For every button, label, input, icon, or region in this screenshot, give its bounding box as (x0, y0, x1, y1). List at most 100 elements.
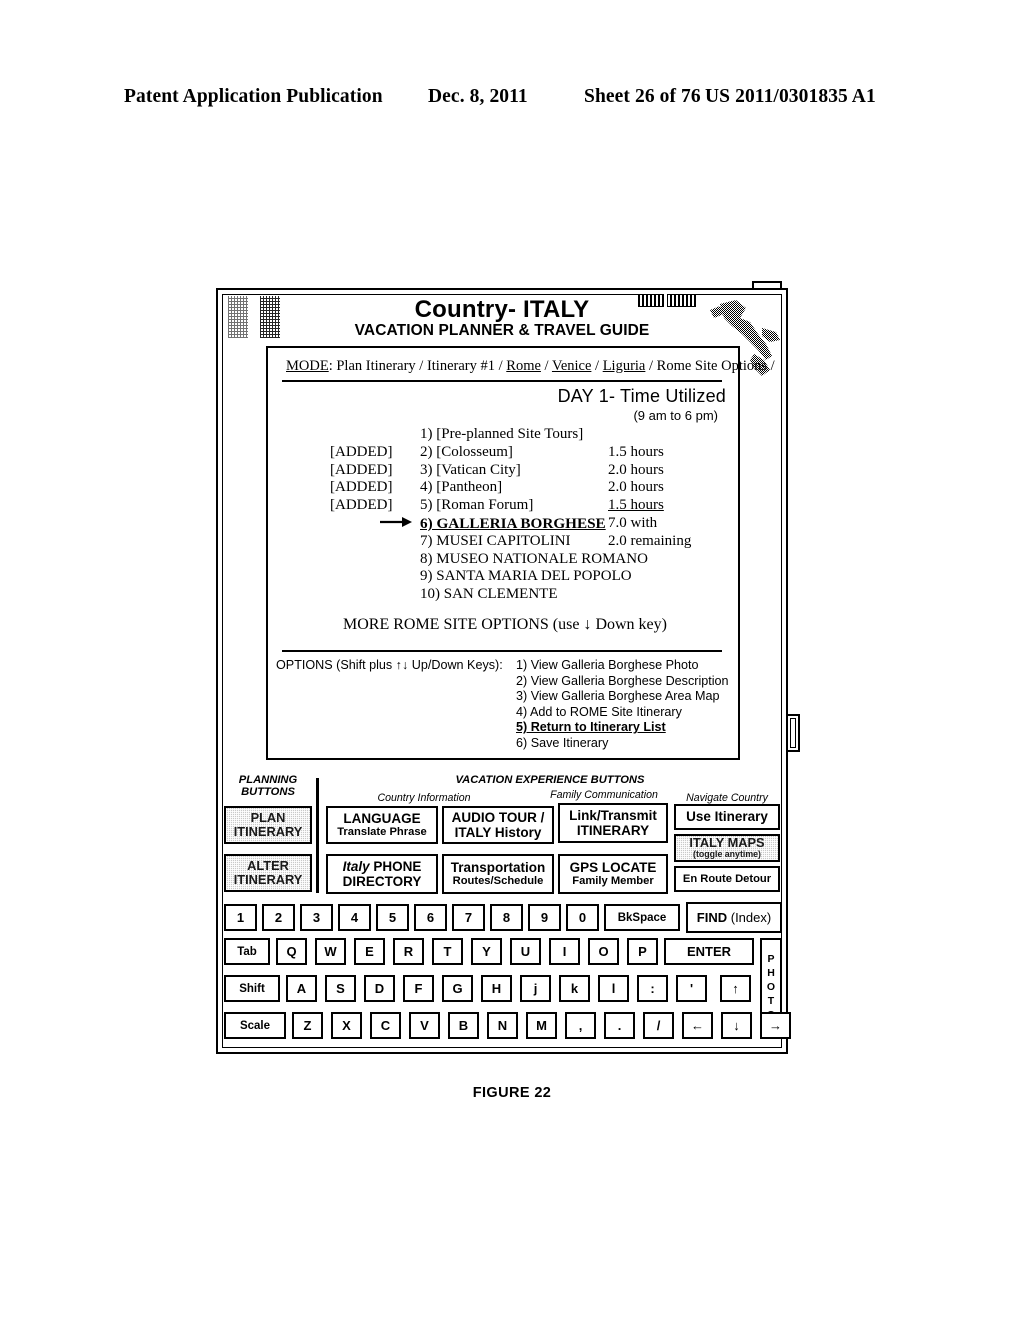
key-arrow-left[interactable]: ← (682, 1012, 713, 1039)
use-itinerary-button[interactable]: Use Itinerary (674, 804, 780, 830)
key-backspace[interactable]: BkSpace (604, 904, 680, 931)
key-j[interactable]: j (520, 975, 551, 1002)
site-list-row[interactable]: 9) SANTA MARIA DEL POPOLO (268, 568, 742, 586)
key-l[interactable]: l (598, 975, 629, 1002)
options-list: 1) View Galleria Borghese Photo 2) View G… (516, 658, 729, 752)
site-list-row[interactable]: [ADDED] 4) [Pantheon] 2.0 hours (268, 479, 742, 497)
site-duration: 7.0 with (608, 514, 658, 531)
selection-arrow-icon (380, 514, 414, 530)
key-w[interactable]: W (315, 938, 346, 965)
plan-itinerary-button[interactable]: PLAN ITINERARY (224, 806, 312, 844)
site-added-tag: [ADDED] (330, 497, 393, 514)
key-8[interactable]: 8 (490, 904, 523, 931)
device-title: Country- ITALY (414, 296, 590, 323)
language-button[interactable]: LANGUAGE Translate Phrase (326, 806, 438, 844)
option-item[interactable]: 6) Save Itinerary (516, 736, 729, 752)
category-family-communication: Family Communication (550, 789, 658, 801)
find-label: FIND (Index) (696, 910, 772, 925)
key-x[interactable]: X (331, 1012, 362, 1039)
key-comma[interactable]: , (565, 1012, 596, 1039)
find-index-button[interactable]: FIND (Index) (686, 902, 782, 933)
key-i[interactable]: I (549, 938, 580, 965)
key-0[interactable]: 0 (566, 904, 599, 931)
mode-label: MODE (286, 358, 329, 374)
key-n[interactable]: N (487, 1012, 518, 1039)
key-m[interactable]: M (526, 1012, 557, 1039)
site-name: 10) SAN CLEMENTE (420, 586, 558, 603)
phone-directory-button[interactable]: Italy PHONE DIRECTORY (326, 854, 438, 894)
site-list-row[interactable]: 1) [Pre-planned Site Tours] (268, 426, 742, 444)
option-item[interactable]: 2) View Galleria Borghese Description (516, 674, 729, 690)
site-list-row[interactable]: 10) SAN CLEMENTE (268, 586, 742, 604)
site-list-row[interactable]: 8) MUSEO NATIONALE ROMANO (268, 551, 742, 569)
key-q[interactable]: Q (276, 938, 307, 965)
key-arrow-down[interactable]: ↓ (721, 1012, 752, 1039)
key-slash[interactable]: / (643, 1012, 674, 1039)
key-4[interactable]: 4 (338, 904, 371, 931)
key-3[interactable]: 3 (300, 904, 333, 931)
breadcrumb-liguria[interactable]: Liguria (603, 358, 646, 374)
link-transmit-button[interactable]: Link/Transmit ITINERARY (558, 803, 668, 843)
key-b[interactable]: B (448, 1012, 479, 1039)
audio-tour-button[interactable]: AUDIO TOUR / ITALY History (442, 806, 554, 844)
key-arrow-right[interactable]: → (760, 1012, 791, 1039)
site-list: 1) [Pre-planned Site Tours] [ADDED] 2) [Co… (268, 426, 742, 604)
key-z[interactable]: Z (292, 1012, 323, 1039)
figure-caption: FIGURE 22 (472, 1085, 552, 1101)
key-t[interactable]: T (432, 938, 463, 965)
key-a[interactable]: A (286, 975, 317, 1002)
option-item[interactable]: 3) View Galleria Borghese Area Map (516, 689, 729, 705)
option-item[interactable]: 5) Return to Itinerary List (516, 720, 729, 736)
key-h[interactable]: H (481, 975, 512, 1002)
key-v[interactable]: V (409, 1012, 440, 1039)
site-list-row[interactable]: 7) MUSEI CAPITOLINI 2.0 remaining (268, 533, 742, 551)
button-zone: PLANNING BUTTONS VACATION EXPERIENCE BUTT… (220, 770, 784, 920)
key-9[interactable]: 9 (528, 904, 561, 931)
key-colon[interactable]: : (637, 975, 668, 1002)
screen-divider-top (282, 380, 722, 382)
key-5[interactable]: 5 (376, 904, 409, 931)
key-tab[interactable]: Tab (224, 938, 270, 965)
site-list-row[interactable]: [ADDED] 2) [Colosseum] 1.5 hours (268, 444, 742, 462)
key-g[interactable]: G (442, 975, 473, 1002)
key-period[interactable]: . (604, 1012, 635, 1039)
key-d[interactable]: D (364, 975, 395, 1002)
key-2[interactable]: 2 (262, 904, 295, 931)
key-k[interactable]: k (559, 975, 590, 1002)
gps-locate-button[interactable]: GPS LOCATE Family Member (558, 854, 668, 894)
breadcrumb-sep-1: / (540, 358, 552, 374)
device-side-button[interactable] (786, 714, 800, 752)
key-6[interactable]: 6 (414, 904, 447, 931)
site-list-row[interactable]: [ADDED] 5) [Roman Forum] 1.5 hours (268, 497, 742, 515)
key-c[interactable]: C (370, 1012, 401, 1039)
key-1[interactable]: 1 (224, 904, 257, 931)
site-list-row[interactable]: 6) GALLERIA BORGHESE 7.0 with (268, 515, 742, 533)
key-7[interactable]: 7 (452, 904, 485, 931)
key-o[interactable]: O (588, 938, 619, 965)
alter-itinerary-button[interactable]: ALTER ITINERARY (224, 854, 312, 892)
breadcrumb-rome[interactable]: Rome (506, 358, 541, 374)
publication-label: Patent Application Publication (124, 86, 383, 107)
key-enter[interactable]: ENTER (664, 938, 754, 965)
key-apostrophe[interactable]: ' (676, 975, 707, 1002)
key-e[interactable]: E (354, 938, 385, 965)
key-s[interactable]: S (325, 975, 356, 1002)
breadcrumb-venice[interactable]: Venice (552, 358, 591, 374)
key-u[interactable]: U (510, 938, 541, 965)
option-item[interactable]: 1) View Galleria Borghese Photo (516, 658, 729, 674)
key-shift[interactable]: Shift (224, 975, 280, 1002)
key-y[interactable]: Y (471, 938, 502, 965)
site-duration: 1.5 hours (608, 443, 664, 460)
italy-maps-button[interactable]: ITALY MAPS (toggle anytime) (674, 834, 780, 862)
site-name: 3) [Vatican City] (420, 461, 521, 478)
key-scale[interactable]: Scale (224, 1012, 286, 1039)
key-arrow-up[interactable]: ↑ (720, 975, 751, 1002)
transportation-button[interactable]: Transportation Routes/Schedule (442, 854, 554, 894)
key-p[interactable]: P (627, 938, 658, 965)
option-item[interactable]: 4) Add to ROME Site Itinerary (516, 705, 729, 721)
en-route-detour-button[interactable]: En Route Detour (674, 866, 780, 892)
key-f[interactable]: F (403, 975, 434, 1002)
site-list-row[interactable]: [ADDED] 3) [Vatican City] 2.0 hours (268, 462, 742, 480)
key-r[interactable]: R (393, 938, 424, 965)
planning-buttons-heading: PLANNING BUTTONS (238, 774, 298, 798)
